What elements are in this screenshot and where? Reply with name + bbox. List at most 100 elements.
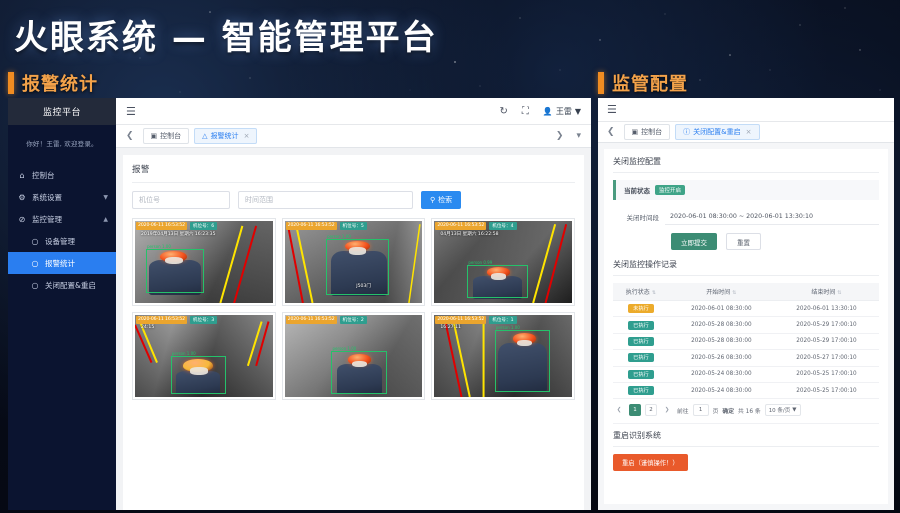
- sidebar-item-2[interactable]: ⚙ 系统设置 ▼: [8, 186, 116, 208]
- machine-number-badge: 机位号：3: [189, 316, 218, 324]
- tab-2[interactable]: △ 报警统计 ×: [194, 128, 258, 144]
- confirm-button[interactable]: 确定: [722, 406, 734, 415]
- refresh-icon[interactable]: ↻: [499, 106, 507, 117]
- start-time-cell: 2020-05-24 08:30:00: [668, 366, 774, 383]
- current-status-box: 当前状态 监控开启: [613, 180, 879, 200]
- camera-frame: person 1.00 J503门 2020-06-11 16:53:52 机位号：5: [284, 221, 423, 303]
- sidebar-item-5[interactable]: ○ 报警统计: [8, 252, 116, 274]
- detection-label: person 1.00: [171, 351, 196, 356]
- alarm-card[interactable]: person 1.00 2019年04月13日 星期六 16:23:35 2020-…: [132, 218, 276, 306]
- sidebar-item-label: 系统设置: [32, 192, 62, 202]
- status-cell: 已执行: [613, 333, 669, 351]
- end-time-cell: 2020-05-29 17:00:10: [773, 333, 879, 351]
- tab-prev-icon[interactable]: ❮: [603, 127, 619, 137]
- jump-input[interactable]: 1: [692, 404, 709, 417]
- sidebar-brand: 监控平台: [8, 98, 116, 125]
- page-size-select[interactable]: 10 条/页 ▼: [764, 404, 801, 417]
- alarm-card[interactable]: person 1.00 24:15 2020-06-11 16:53:52 机位号：3: [132, 312, 276, 400]
- sort-icon[interactable]: ⇅: [732, 290, 736, 296]
- page-prev-icon[interactable]: ❮: [613, 404, 625, 416]
- table-column-header[interactable]: 开始时间 ⇅: [668, 283, 774, 301]
- right-tab-bar: ❮ ▣ 控制台 ⓘ 关闭配置&重启 ×: [598, 122, 894, 143]
- table-column-header[interactable]: 结束时间 ⇅: [773, 283, 879, 301]
- tab-next-icon[interactable]: ❯: [552, 131, 568, 141]
- status-badge: 已执行: [628, 353, 654, 363]
- table-row: 已执行 2020-05-26 08:30:00 2020-05-27 17:00:1…: [613, 349, 879, 367]
- jump-label: 前往: [677, 408, 689, 415]
- page-number-2[interactable]: 2: [645, 404, 657, 417]
- start-time-cell: 2020-05-28 08:30:00: [668, 333, 774, 351]
- machine-number-badge: 机位号：6: [189, 222, 218, 230]
- status-cell: 已执行: [613, 366, 669, 383]
- alarm-card[interactable]: person 1.00 J503门 2020-06-11 16:53:52 机位号：5: [281, 218, 426, 306]
- user-menu[interactable]: 👤 王雷 ▼: [543, 106, 581, 117]
- tab-2[interactable]: ⓘ 关闭配置&重启 ×: [675, 124, 760, 140]
- end-time-cell: 2020-06-01 13:30:10: [773, 300, 879, 318]
- hamburger-icon[interactable]: ☰: [126, 105, 136, 118]
- sidebar-greeting: 你好！王雷, 欢迎登录。: [26, 140, 98, 148]
- operation-records-table: 执行状态 ⇅ 开始时间 ⇅ 结束时间 ⇅ 未执行 2020-06-01 08:30:00 20…: [613, 283, 879, 400]
- card-badges: 2020-06-11 16:53:52 机位号：4: [435, 222, 571, 230]
- tab-more-icon[interactable]: ▾: [572, 131, 585, 141]
- status-badge: 已执行: [628, 320, 654, 330]
- hamburger-icon[interactable]: ☰: [607, 103, 617, 116]
- tab-1[interactable]: ▣ 控制台: [142, 128, 190, 144]
- page-number-1[interactable]: 1: [629, 404, 641, 417]
- sort-icon[interactable]: ⇅: [837, 290, 841, 296]
- camera-osd-location: J503门: [356, 284, 371, 289]
- circle-icon: ○: [31, 258, 39, 268]
- sidebar-item-6[interactable]: ○ 关闭配置&重启: [8, 274, 116, 296]
- table-column-header[interactable]: 执行状态 ⇅: [613, 283, 669, 301]
- sidebar-item-label: 监控管理: [32, 214, 62, 224]
- camera-osd-timestamp: 04月13日 星期六 16:22:58: [440, 232, 499, 237]
- alarm-card[interactable]: person 1.00 16:27:11 2020-06-11 16:53:52 机位…: [431, 312, 575, 400]
- detection-bounding-box: person 1.00: [331, 346, 387, 394]
- total-count: 共 16 条: [738, 408, 761, 415]
- close-icon[interactable]: ×: [244, 132, 250, 140]
- alarm-card[interactable]: person 0.99 04月13日 星期六 16:22:58 2020-06-11…: [431, 218, 575, 306]
- start-time-cell: 2020-05-24 08:30:00: [668, 382, 774, 400]
- card-badges: 2020-06-11 16:53:52 机位号：2: [285, 316, 422, 324]
- status-badge: 未执行: [628, 304, 654, 314]
- accent-bar: [598, 72, 604, 94]
- sidebar-item-1[interactable]: ⌂ 控制台: [8, 164, 116, 186]
- chevron-icon: ▼: [103, 193, 108, 201]
- card-badges: 2020-06-11 16:53:52 机位号：5: [285, 222, 422, 230]
- tab-1[interactable]: ▣ 控制台: [623, 124, 671, 140]
- close-icon[interactable]: ×: [746, 128, 752, 136]
- right-content: 关闭监控配置 当前状态 监控开启 关闭时间段 2020-06-01 08:30:…: [598, 143, 894, 510]
- period-value[interactable]: 2020-06-01 08:30:00 ~ 2020-06-01 13:30:1…: [665, 209, 879, 225]
- alarm-legend: 报警: [132, 163, 575, 183]
- camera-frame: person 0.99 04月13日 星期六 16:22:58 2020-06-11…: [434, 221, 572, 303]
- restart-button[interactable]: 重启（谨慎操作！）: [613, 454, 688, 472]
- chevron-down-icon: ▼: [792, 407, 797, 414]
- time-range-input[interactable]: 时间范围: [238, 191, 413, 209]
- detection-label: person 1.00: [495, 324, 520, 330]
- status-cell: 未执行: [613, 300, 669, 318]
- chevron-icon: ▲: [103, 215, 108, 223]
- machine-number-input[interactable]: 机位号: [132, 191, 230, 209]
- sidebar-item-3[interactable]: ⊘ 监控管理 ▲: [8, 208, 116, 230]
- sidebar-item-label: 关闭配置&重启: [45, 280, 96, 290]
- supervision-config-window: ☰ ❮ ▣ 控制台 ⓘ 关闭配置&重启 × 关闭监控配置 当前状态 监控开启 关闭时间段…: [598, 98, 894, 510]
- submit-button[interactable]: 立即提交: [671, 233, 717, 250]
- main-content: 报警 机位号 时间范围 ⚲ 检索 person 1.00 2019年04月13日 …: [116, 148, 591, 510]
- chevron-down-icon: ▼: [574, 106, 581, 116]
- page-next-icon[interactable]: ❯: [661, 404, 673, 416]
- camera-osd-timestamp: 16:27:11: [440, 325, 461, 330]
- dashboard-icon: ▣: [150, 132, 158, 140]
- sort-icon[interactable]: ⇅: [652, 290, 656, 296]
- fullscreen-icon[interactable]: ⛶: [522, 106, 529, 117]
- status-cell: 已执行: [613, 349, 669, 367]
- tab-prev-icon[interactable]: ❮: [122, 131, 138, 141]
- reset-button[interactable]: 重置: [726, 233, 761, 250]
- alarm-panel: 报警 机位号 时间范围 ⚲ 检索 person 1.00 2019年04月13日 …: [123, 155, 584, 510]
- table-row: 已执行 2020-05-28 08:30:00 2020-05-29 17:00:1…: [613, 316, 879, 334]
- detection-bounding-box: person 1.00: [494, 325, 550, 393]
- camera-frame: person 1.00 24:15 2020-06-11 16:53:52 机位号：3: [135, 315, 273, 397]
- sidebar-item-4[interactable]: ○ 设备管理: [8, 230, 116, 252]
- home-icon: ⌂: [19, 170, 25, 180]
- search-button[interactable]: ⚲ 检索: [421, 191, 462, 209]
- alarm-card[interactable]: person 1.00 2020-06-11 16:53:52 机位号：2: [281, 312, 426, 400]
- alarm-timestamp-badge: 2020-06-11 16:53:52: [136, 222, 187, 230]
